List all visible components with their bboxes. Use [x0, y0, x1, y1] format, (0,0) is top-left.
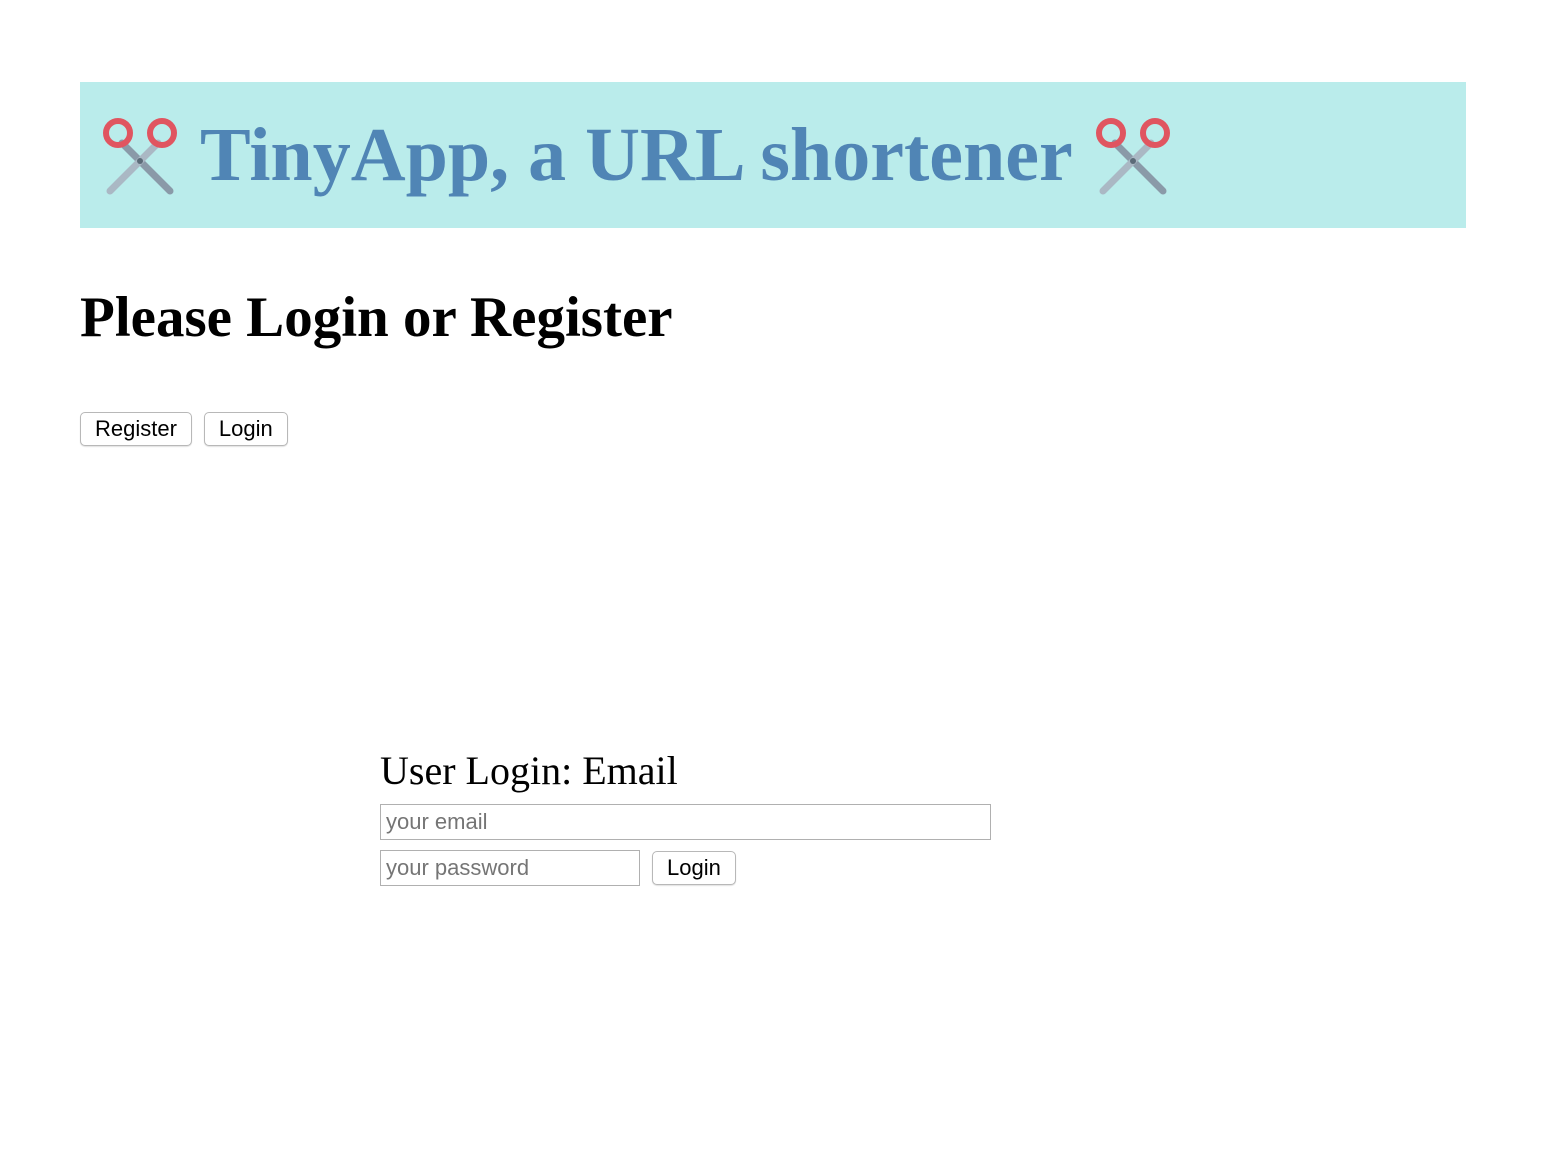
login-heading: User Login: Email	[380, 748, 678, 793]
email-input[interactable]	[380, 804, 991, 840]
app-header: TinyApp, a URL shortener	[100, 115, 1173, 195]
login-submit-button[interactable]: Login	[652, 851, 736, 885]
header-banner: TinyApp, a URL shortener	[80, 82, 1466, 228]
login-nav-button[interactable]: Login	[203, 412, 288, 446]
page-title: Please Login or Register	[80, 286, 673, 349]
scissors-icon	[1095, 118, 1170, 195]
password-row: Login	[380, 850, 991, 886]
auth-nav: Register Login	[80, 412, 288, 446]
app-title-text: TinyApp, a URL shortener	[200, 113, 1073, 197]
register-button[interactable]: Register	[80, 412, 192, 446]
password-input[interactable]	[380, 850, 640, 886]
scissors-icon	[103, 118, 177, 195]
login-form: User Login: Email Login	[380, 748, 991, 886]
